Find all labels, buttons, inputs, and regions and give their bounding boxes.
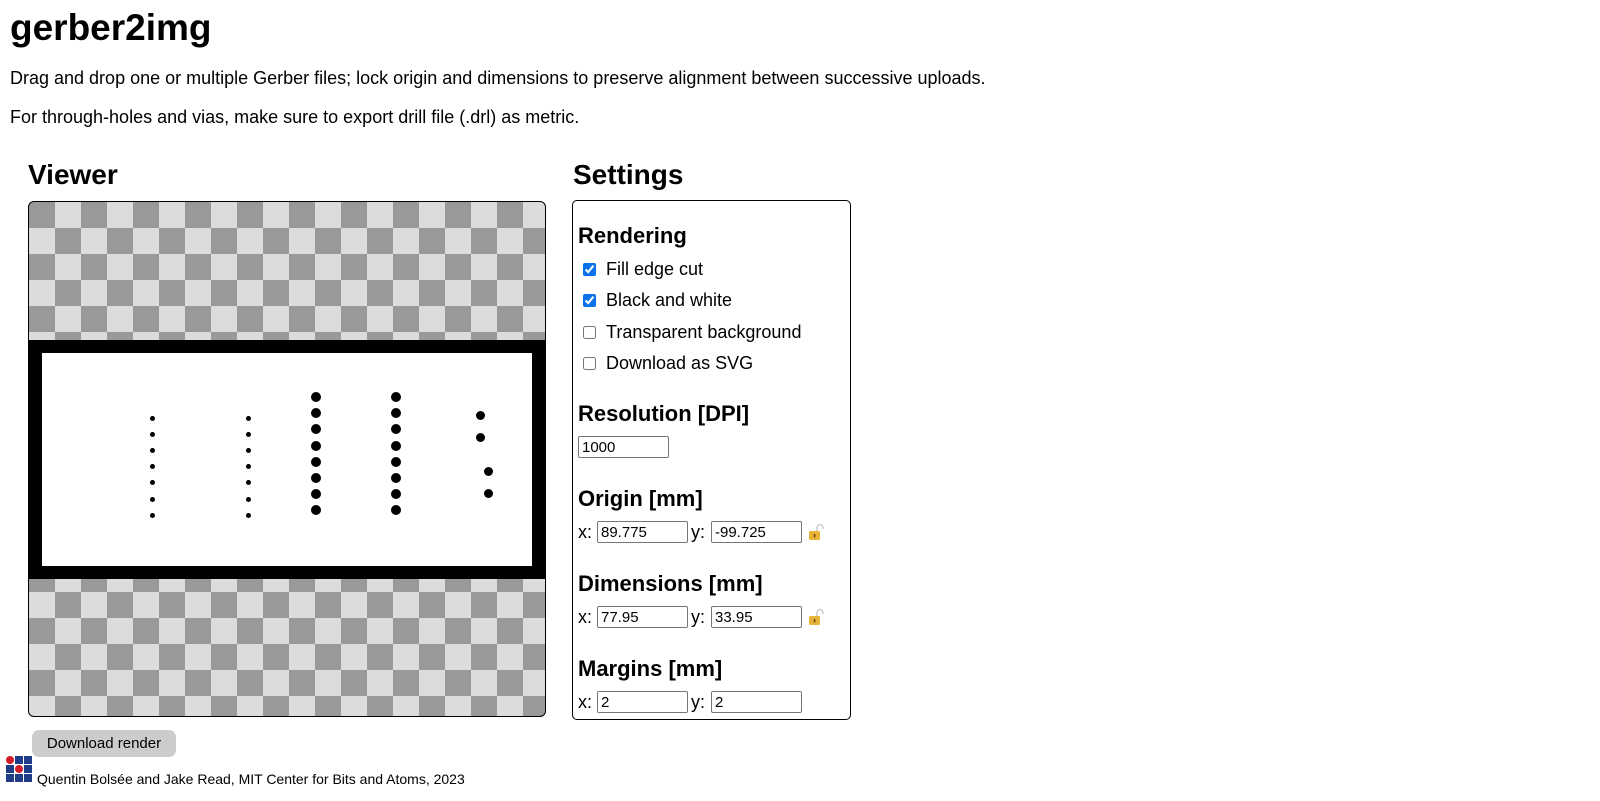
origin-x-input[interactable] [597, 521, 688, 543]
origin-y-input[interactable] [711, 521, 802, 543]
logo-square [6, 774, 14, 782]
drill-hole [475, 432, 485, 442]
resolution-title: Resolution [DPI] [578, 401, 750, 426]
dimensions-y-label: y: [691, 607, 706, 627]
margins-y-label: y: [691, 692, 706, 712]
logo-square [15, 774, 23, 782]
option-black-and-white[interactable]: Black and white [581, 289, 732, 311]
drill-hole [149, 480, 155, 486]
logo-square [24, 774, 32, 782]
page-title: gerber2img [10, 7, 212, 48]
drill-hole [391, 408, 401, 419]
margins-x-label: x: [578, 692, 593, 712]
drill-hole [311, 392, 321, 402]
origin-y-label: y: [691, 522, 706, 542]
drill-hole [391, 440, 401, 451]
drill-hole [245, 464, 251, 470]
drill-hole [311, 456, 321, 467]
drill-hole [245, 447, 251, 453]
option-fill-edge-cut[interactable]: Fill edge cut [581, 258, 703, 280]
margins-y-input[interactable] [711, 691, 802, 713]
dimensions-title: Dimensions [mm] [578, 571, 763, 596]
dimensions-unlocked-padlock-icon[interactable] [808, 608, 824, 626]
fill-edge-cut-label[interactable]: Fill edge cut [606, 258, 703, 280]
drill-hole [391, 456, 401, 467]
viewer-title: Viewer [28, 159, 118, 190]
logo-dot [6, 756, 14, 764]
intro-text-drill-file: For through-holes and vias, make sure to… [10, 107, 580, 127]
dimensions-x-input[interactable] [597, 606, 688, 628]
drill-hole [483, 466, 493, 476]
cba-logo-icon [6, 756, 33, 783]
drill-hole [391, 489, 401, 500]
option-download-as-svg[interactable]: Download as SVG [581, 352, 753, 374]
drill-hole [391, 505, 401, 516]
margins-title: Margins [mm] [578, 656, 723, 681]
drill-hole [311, 489, 321, 500]
rendering-title: Rendering [578, 223, 687, 248]
drill-hole [245, 512, 251, 518]
black-and-white-label[interactable]: Black and white [606, 289, 732, 311]
option-transparent-background[interactable]: Transparent background [581, 321, 801, 343]
transparent-background-label[interactable]: Transparent background [606, 321, 801, 343]
dimensions-y-input[interactable] [711, 606, 802, 628]
settings-title: Settings [573, 159, 684, 190]
logo-square [24, 756, 32, 764]
pcb-board [42, 353, 532, 566]
drill-hole [391, 424, 401, 435]
drill-hole [245, 431, 251, 437]
fill-edge-cut-checkbox[interactable] [583, 262, 596, 276]
drill-hole [149, 496, 155, 502]
drill-hole [311, 424, 321, 435]
settings-panel: Rendering Fill edge cut Black and white … [572, 200, 851, 720]
drill-hole [391, 473, 401, 483]
resolution-input[interactable] [578, 436, 669, 458]
logo-square [15, 756, 23, 764]
drill-hole [311, 505, 321, 516]
drill-hole [149, 512, 155, 518]
footer-credit: Quentin Bolsée and Jake Read, MIT Center… [37, 771, 465, 787]
origin-x-label: x: [578, 522, 593, 542]
pcb-render-edge-cut [29, 340, 545, 579]
drill-hole [311, 408, 321, 419]
drill-hole [149, 415, 155, 421]
drill-hole [149, 431, 155, 437]
drill-hole [149, 447, 155, 453]
drill-hole [245, 415, 251, 421]
drill-hole [149, 464, 155, 470]
drill-hole [475, 410, 485, 420]
drill-hole [483, 488, 493, 498]
logo-dot [15, 765, 23, 773]
margins-x-input[interactable] [597, 691, 688, 713]
drill-hole [311, 473, 321, 483]
viewer-canvas[interactable] [28, 201, 546, 717]
dimensions-x-label: x: [578, 607, 593, 627]
download-as-svg-checkbox[interactable] [583, 356, 596, 370]
logo-square [24, 765, 32, 773]
logo-square [6, 765, 14, 773]
drill-hole [245, 480, 251, 486]
drill-hole [245, 496, 251, 502]
drill-hole [391, 392, 401, 402]
intro-text-drag-drop: Drag and drop one or multiple Gerber fil… [10, 68, 986, 88]
black-and-white-checkbox[interactable] [583, 293, 596, 307]
download-render-button[interactable]: Download render [32, 730, 176, 757]
drill-hole [311, 440, 321, 451]
download-as-svg-label[interactable]: Download as SVG [606, 352, 753, 374]
origin-unlocked-padlock-icon[interactable] [808, 523, 824, 541]
transparent-background-checkbox[interactable] [583, 325, 596, 339]
origin-title: Origin [mm] [578, 486, 703, 511]
